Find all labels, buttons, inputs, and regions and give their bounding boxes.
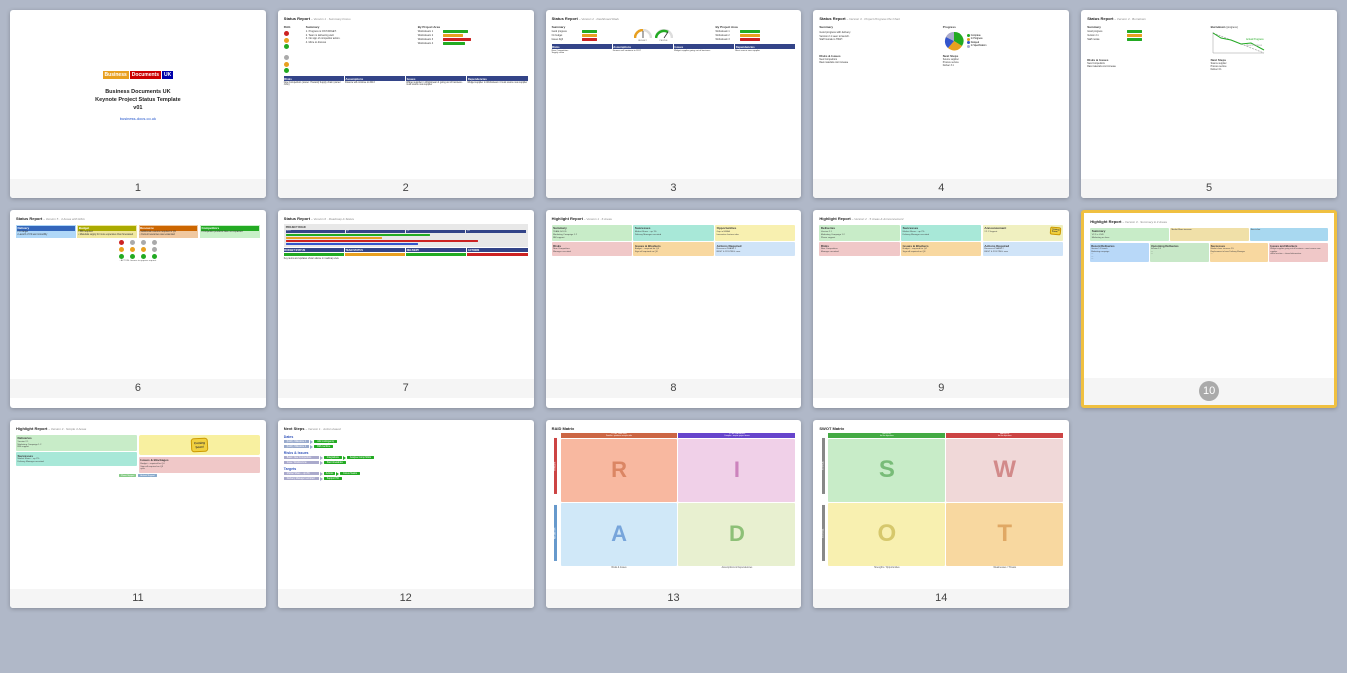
slide-number-11: 11 xyxy=(10,589,266,608)
svg-text:Actual Progress: Actual Progress xyxy=(1246,38,1264,41)
slide-number-7: 7 xyxy=(278,379,534,398)
slide2-version: – Version 1 · Summary Focus xyxy=(311,17,351,21)
slide-11[interactable]: Highlight Report – Version 4 · Simple 4 … xyxy=(10,420,266,608)
slide-14[interactable]: SWOT Matrix INTERNAL EXTERNAL HELPFULfor… xyxy=(813,420,1069,608)
slide-2[interactable]: Status Report – Version 1 · Summary Focu… xyxy=(278,10,534,198)
slide4-version: – Version 3 · Project Progress Pie Chart xyxy=(847,17,900,21)
slide-number-1: 1 xyxy=(10,179,266,198)
slide11-title: Highlight Report xyxy=(16,426,47,431)
logo-documents: Documents xyxy=(130,71,161,79)
slide-number-13: 13 xyxy=(546,589,802,608)
slide3-version: – Version 2 · Dashboard Dials xyxy=(579,17,619,21)
slide13-title: RAID Matrix xyxy=(552,426,575,431)
logo-area: Business Documents UK xyxy=(103,71,174,79)
slide5-version: – Version 4 · Burndown xyxy=(1114,17,1145,21)
slide-1[interactable]: Business Documents UK Business Documents… xyxy=(10,10,266,198)
slide7-title: Status Report xyxy=(284,216,310,221)
slide4-title: Status Report xyxy=(819,16,845,21)
slide-10[interactable]: Highlight Report – Version 3 · Summary &… xyxy=(1081,210,1337,408)
slide-7[interactable]: Status Report – Version 6 · Roadmap & St… xyxy=(278,210,534,408)
slide-3[interactable]: Status Report – Version 2 · Dashboard Di… xyxy=(546,10,802,198)
slide-8[interactable]: Highlight Report – Version 1 · 6 Areas S… xyxy=(546,210,802,408)
slide-number-5: 5 xyxy=(1081,179,1337,198)
slide-4[interactable]: Status Report – Version 3 · Project Prog… xyxy=(813,10,1069,198)
slide10-version: – Version 3 · Summary & 4 Areas xyxy=(1123,220,1167,224)
slide8-title: Highlight Report xyxy=(552,216,583,221)
slide-number-4: 4 xyxy=(813,179,1069,198)
slide6-version: – Version 5 · 4 Areas with RAG xyxy=(43,217,84,221)
slide10-title: Highlight Report xyxy=(1090,219,1121,224)
slide8-version: – Version 1 · 6 Areas xyxy=(584,217,612,221)
slide-number-8: 8 xyxy=(546,379,802,398)
slide-13[interactable]: RAID Matrix THREATS RELIANCES TO BE TRAC… xyxy=(546,420,802,608)
slide9-title: Highlight Report xyxy=(819,216,850,221)
slide-9[interactable]: Highlight Report – Version 2 · 5 Areas &… xyxy=(813,210,1069,408)
slide-number-12: 12 xyxy=(278,589,534,608)
cover-link: business-docs.co.uk xyxy=(120,116,156,121)
slide6-title: Status Report xyxy=(16,216,42,221)
slide14-title: SWOT Matrix xyxy=(819,426,844,431)
slide-number-3: 3 xyxy=(546,179,802,198)
slide7-version: – Version 6 · Roadmap & Status xyxy=(311,217,354,221)
slide12-version: – Version 1 · Action-based xyxy=(305,427,340,431)
slide-number-14: 14 xyxy=(813,589,1069,608)
slide9-version: – Version 2 · 5 Areas & Announcement xyxy=(852,217,904,221)
slide-number-6: 6 xyxy=(10,379,266,398)
slide12-title: Next Steps xyxy=(284,426,305,431)
svg-text:Ideal Progress: Ideal Progress xyxy=(1246,44,1263,47)
slide3-title: Status Report xyxy=(552,16,578,21)
slide5-title: Status Report xyxy=(1087,16,1113,21)
slide-number-9: 9 xyxy=(813,379,1069,398)
slide-number-2: 2 xyxy=(278,179,534,198)
slides-grid: Business Documents UK Business Documents… xyxy=(10,10,1337,608)
slide-6[interactable]: Status Report – Version 5 · 4 Areas with… xyxy=(10,210,266,408)
slide-number-10: 10 xyxy=(1084,378,1334,405)
slide2-title: Status Report xyxy=(284,16,310,21)
slide11-version: – Version 4 · Simple 4 Areas xyxy=(48,427,86,431)
slide-5[interactable]: Status Report – Version 4 · Burndown Sum… xyxy=(1081,10,1337,198)
cover-title: Business Documents UK Keynote Project St… xyxy=(95,89,180,112)
logo-business: Business xyxy=(103,71,129,79)
logo-uk: UK xyxy=(162,71,173,79)
slide-12[interactable]: Next Steps – Version 1 · Action-based Da… xyxy=(278,420,534,608)
